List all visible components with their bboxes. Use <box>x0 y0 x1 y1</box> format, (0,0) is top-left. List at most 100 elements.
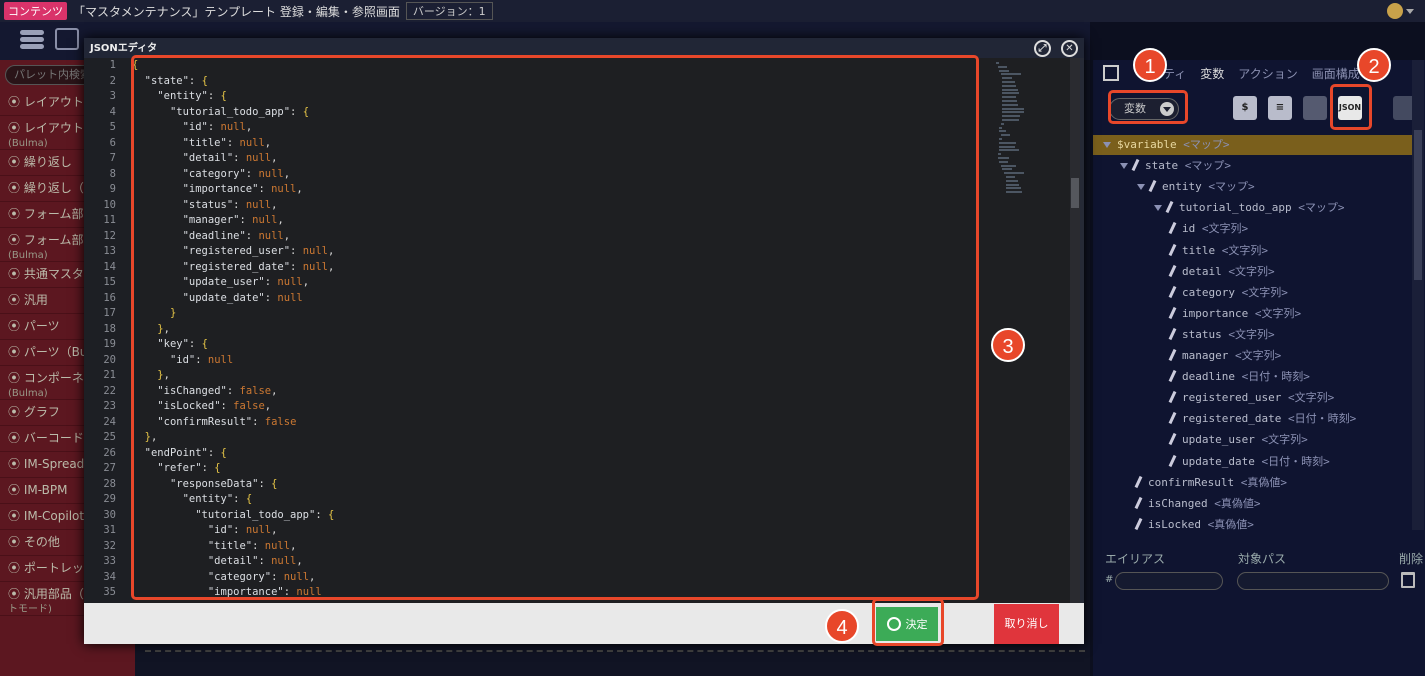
title-bar: コンテンツ 「マスタメンテナンス」テンプレート 登録・編集・参照画面 バージョン… <box>0 0 1425 22</box>
palette-item-label: ⦿ 繰り返し（B <box>8 181 93 195</box>
panel-scrollbar[interactable] <box>1412 60 1424 530</box>
minimap-line <box>1002 115 1021 118</box>
editor-scrollbar[interactable] <box>1070 58 1080 603</box>
palette-item-label: ⦿ IM-BPM <box>8 483 68 497</box>
palette-item-label: ⦿ グラフ <box>8 405 60 419</box>
tree-node[interactable]: registered_date <日付・時刻> <box>1093 409 1421 429</box>
expand-triangle-icon <box>1137 184 1145 191</box>
layout-icon[interactable] <box>55 28 79 50</box>
minimap-line <box>1002 96 1016 99</box>
tree-node-name: update_date <box>1182 454 1255 468</box>
tree-node[interactable]: title <文字列> <box>1093 241 1421 261</box>
path-input[interactable] <box>1237 572 1389 590</box>
pencil-icon <box>1168 285 1177 298</box>
minimap-line <box>999 130 1007 133</box>
line-number: 20 <box>103 353 116 366</box>
line-number: 35 <box>103 586 116 598</box>
tree-node[interactable]: registered_user <文字列> <box>1093 388 1421 408</box>
tree-node[interactable]: $variable <マップ> <box>1093 135 1421 155</box>
tree-node[interactable]: isLocked <真偽値> <box>1093 515 1421 535</box>
tree-node-name: category <box>1182 285 1235 299</box>
line-number: 19 <box>103 338 116 350</box>
line-number: 3 <box>109 90 116 102</box>
maximize-icon[interactable]: ⤢ <box>1034 40 1051 57</box>
tree-node-type: <文字列> <box>1234 349 1282 362</box>
minimap-line <box>1005 179 1019 182</box>
tab-variables[interactable]: 変数 <box>1200 65 1224 82</box>
cancel-button[interactable]: 取り消し <box>994 604 1059 644</box>
palette-item-label: ⦿ 繰り返し <box>8 155 72 169</box>
minimap-line <box>1005 183 1020 186</box>
expand-triangle-icon <box>1154 205 1162 212</box>
highlight-editor <box>131 55 979 600</box>
tree-node[interactable]: detail <文字列> <box>1093 262 1421 282</box>
line-number: 14 <box>103 260 116 273</box>
pencil-icon <box>1168 391 1177 404</box>
tree-node-type: <マップ> <box>1184 159 1231 173</box>
tree-node[interactable]: manager <文字列> <box>1093 346 1421 366</box>
expand-triangle-icon <box>1120 163 1128 170</box>
minimap-line <box>1005 187 1021 190</box>
tree-node[interactable]: confirmResult <真偽値> <box>1093 473 1421 493</box>
tree-node-type: <文字列> <box>1241 285 1288 299</box>
palette-item-label: ⦿ ポートレット <box>8 561 96 575</box>
tree-node[interactable]: importance <文字列> <box>1093 304 1421 324</box>
minimap-line <box>1002 77 1013 80</box>
user-avatar[interactable] <box>1387 2 1417 20</box>
tree-node-name: state <box>1145 159 1179 173</box>
line-number: 9 <box>109 183 116 195</box>
tree-node[interactable]: update_user <文字列> <box>1093 430 1421 450</box>
tree-node-type: <文字列> <box>1201 222 1249 236</box>
editor-scrollbar-thumb[interactable] <box>1071 178 1079 208</box>
callout-1: 1 <box>1133 48 1167 82</box>
panel-toggle-icon[interactable] <box>1103 65 1119 81</box>
tree-node-name: update_user <box>1182 433 1255 447</box>
tree-node[interactable]: isChanged <真偽値> <box>1093 494 1421 514</box>
tree-node[interactable]: category <文字列> <box>1093 283 1421 303</box>
line-number: 32 <box>103 539 116 552</box>
close-icon[interactable]: ✕ <box>1061 40 1078 57</box>
alias-input[interactable] <box>1115 572 1223 590</box>
tree-node[interactable]: status <文字列> <box>1093 325 1421 345</box>
palette-item-label: ⦿ 汎用 <box>8 293 48 307</box>
tree-node[interactable]: entity <マップ> <box>1093 177 1421 197</box>
add-variable-icon[interactable]: ≡ <box>1268 96 1292 120</box>
minimap-line <box>997 157 1010 159</box>
add-child-icon[interactable] <box>1303 96 1327 120</box>
trash-icon[interactable] <box>1401 572 1415 588</box>
tree-node[interactable]: update_date <日付・時刻> <box>1093 452 1421 472</box>
tree-node[interactable]: id <文字列> <box>1093 219 1421 239</box>
tree-node[interactable]: deadline <日付・時刻> <box>1093 367 1421 387</box>
scrollbar-thumb[interactable] <box>1414 130 1422 280</box>
add-dollar-variable-icon[interactable]: $ <box>1233 96 1257 120</box>
tree-node[interactable]: tutorial_todo_app <マップ> <box>1093 198 1421 218</box>
minimap-line <box>1000 164 1017 167</box>
tree-node-name: importance <box>1182 306 1249 320</box>
minimap-line <box>1002 119 1020 121</box>
pencil-icon <box>1168 243 1177 256</box>
tab-actions[interactable]: アクション <box>1238 65 1297 82</box>
minimap-line <box>1000 122 1004 125</box>
line-number: 26 <box>103 446 116 459</box>
pencil-icon <box>1165 201 1174 214</box>
minimap-line <box>1002 88 1018 91</box>
palette-item-label: ⦿ 汎用部品（L <box>8 587 91 601</box>
path-header: 対象パス <box>1238 552 1287 566</box>
highlight-ok-button <box>872 598 944 646</box>
line-number: 8 <box>109 167 116 180</box>
line-number-gutter: 1 2 3 4 5 6 7 8 9 10 11 12 13 14 15 16 17 18 19 20 21 22 23 24 2… <box>84 58 132 603</box>
tree-node-type: <日付・時刻> <box>1287 412 1357 426</box>
layers-icon[interactable] <box>20 28 44 50</box>
line-number: 25 <box>103 431 116 443</box>
line-number: 22 <box>103 384 116 397</box>
tree-node-type: <文字列> <box>1228 264 1275 278</box>
callout-4: 4 <box>825 609 859 643</box>
tab-screen-structure[interactable]: 画面構成 <box>1312 65 1360 82</box>
tree-node-name: manager <box>1182 349 1229 362</box>
tree-node-type: <日付・時刻> <box>1241 370 1310 384</box>
palette-item-label: ⦿ レイアウト <box>8 95 84 109</box>
tree-node[interactable]: state <マップ> <box>1093 156 1421 176</box>
tree-node-type: <真偽値> <box>1207 517 1254 531</box>
hash-label: # <box>1105 574 1114 585</box>
alias-section: エイリアス 対象パス 削除 # <box>1093 544 1425 604</box>
